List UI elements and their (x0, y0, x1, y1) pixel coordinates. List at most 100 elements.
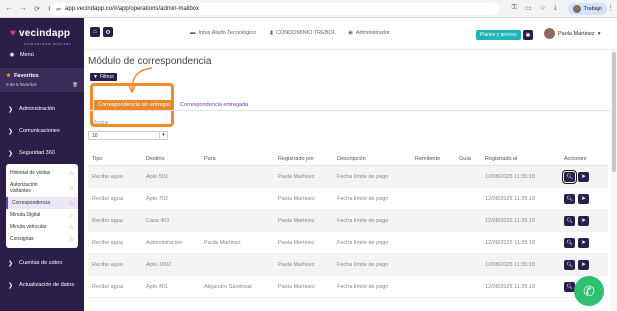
col-tipo[interactable]: Tipo (88, 156, 146, 162)
tab-divider (90, 110, 610, 111)
star-outline-icon[interactable]: ☆ (69, 236, 74, 243)
page-size-select[interactable]: 10 ▾ (88, 131, 168, 140)
key-icon[interactable]: ⚿ (512, 4, 517, 12)
view-button[interactable]: 🔍︎ (562, 169, 577, 184)
user-menu[interactable]: Paola Martinez ▾ (544, 28, 600, 39)
scrollbar-thumb[interactable] (612, 52, 616, 172)
settings-button[interactable]: ⚙ (103, 27, 113, 37)
home-button[interactable]: ⌂ (90, 27, 100, 37)
col-acciones: Acciones (564, 155, 587, 162)
view-button[interactable]: 🔍︎ (564, 259, 575, 270)
filters-label: Filtros (99, 74, 114, 80)
row-actions: 🔍︎➤ (564, 259, 608, 270)
favorites-header[interactable]: ★ Favoritos (0, 70, 84, 82)
role-name: Administrador (355, 30, 390, 36)
page-size-value: 10 (92, 132, 98, 139)
tab-entregada[interactable]: Correspondencia entregada (180, 102, 248, 108)
deliver-button[interactable]: ➤ (578, 193, 589, 204)
condo-context[interactable]: ▮ CONDOMINIO TREBOL (270, 30, 336, 36)
logo-subtitle: COMUNIDAD DIGITAL (24, 42, 72, 46)
table-row: Recibo agua Apto 702 Paola Martinez Fecha l… (88, 188, 608, 210)
cell-descripcion: Fecha límite de pago (337, 239, 389, 246)
view-button[interactable]: 🔍︎ (564, 215, 575, 226)
deliver-button[interactable]: ➤ (578, 171, 589, 182)
chevron-right-icon: ❯ (8, 260, 14, 267)
profile-button[interactable]: Trabajo (567, 3, 607, 15)
site-info-icon[interactable]: ⇌ (56, 6, 61, 13)
star-icon: ★ (6, 73, 11, 79)
building-icon: ▮ (270, 30, 274, 36)
submenu-item-autorizacion[interactable]: Autorización visitantes ☆ (6, 179, 78, 197)
favorites-section: ★ Favoritos 0 de 5 favoritos 🗑 (0, 68, 84, 92)
deliver-button[interactable]: ➤ (578, 259, 589, 270)
main-content: Módulo de correspondencia ▼ Filtros Corr… (84, 50, 617, 311)
row-actions: 🔍︎➤ (564, 193, 608, 204)
deliver-button[interactable]: ➤ (578, 237, 589, 248)
cell-tipo: Recibo agua (92, 195, 123, 202)
submenu-item-correspondencia[interactable]: Correspondencia ☆ (6, 197, 78, 209)
menu-toggle[interactable]: ◉ Menú (0, 48, 84, 62)
table-header: Tipo Destino Para Registrado por Descrip… (88, 152, 608, 166)
star-outline-icon[interactable]: ☆ (69, 200, 74, 207)
cell-registrado-por: Paola Martinez (278, 195, 315, 202)
address-bar[interactable]: ⇌ app.vecindapp.co/#/app/operations/admi… (50, 3, 500, 15)
cell-tipo: Recibo agua (92, 261, 123, 268)
col-registrado-por[interactable]: Registrado por (278, 156, 337, 162)
bookmark-star-icon[interactable]: ☆ (540, 4, 546, 12)
forward-icon[interactable]: → (18, 4, 28, 14)
sidebar-item-cuentas-cobro[interactable]: ❯ Cuentas de cobro (0, 252, 84, 274)
col-para[interactable]: Para (204, 156, 278, 162)
star-outline-icon[interactable]: ☆ (69, 212, 74, 219)
cast-icon[interactable]: ▭ (525, 4, 532, 12)
user-circle-icon: ◉ (348, 30, 353, 36)
trash-icon[interactable]: 🗑 (72, 82, 78, 88)
sidebar-item-actualizacion-datos[interactable]: ❯ Actualización de datos (0, 274, 84, 296)
submenu-item-historial[interactable]: Historial de visitas ☆ (6, 167, 78, 179)
company-name: Intus Alado Tecnológico (198, 30, 257, 36)
sidebar-item-comunicaciones[interactable]: ❯ Comunicaciones (0, 120, 84, 142)
star-outline-icon[interactable]: ☆ (69, 185, 74, 192)
download-icon[interactable]: ⤓ (554, 4, 557, 12)
star-outline-icon[interactable]: ☆ (69, 170, 74, 177)
role-context: ◉ Administrador (348, 30, 390, 36)
logo-mark-icon: ♥ (10, 27, 16, 39)
sidebar-item-label: Cuentas de cobro (19, 260, 63, 266)
row-actions: 🔍︎➤ (564, 237, 608, 248)
filters-button[interactable]: ▼ Filtros (90, 73, 117, 81)
cell-descripcion: Fecha límite de pago (337, 261, 389, 268)
col-guia[interactable]: Guía (459, 156, 485, 162)
row-actions: 🔍︎➤ (562, 169, 608, 184)
chevron-right-icon: ❯ (8, 128, 14, 135)
submenu-label: Correspondencia (12, 200, 51, 206)
correspondence-table: Tipo Destino Para Registrado por Descrip… (88, 152, 608, 298)
browser-menu-icon[interactable]: ⋮ (607, 4, 614, 12)
cell-descripcion: Fecha límite de pago (337, 195, 389, 202)
submenu-item-minuta-vehicular[interactable]: Minuta vehicular ☆ (6, 221, 78, 233)
submenu-item-consignas[interactable]: Consignas ☆ (6, 233, 78, 245)
star-outline-icon[interactable]: ☆ (69, 224, 74, 231)
sidebar-item-administracion[interactable]: ❯ Administración (0, 98, 84, 120)
reload-icon[interactable]: ⟳ (32, 4, 42, 14)
whatsapp-chat-button[interactable]: ✆ (574, 276, 604, 306)
submenu-item-minuta-digital[interactable]: Minuta Digital ☆ (6, 209, 78, 221)
col-registrado-el[interactable]: Registrado el (485, 156, 564, 162)
plans-button[interactable]: Planes y precios (476, 30, 521, 40)
view-button[interactable]: 🔍︎ (564, 193, 575, 204)
table-body: Recibo agua Apto 501 Paola Martinez Fecha l… (88, 166, 608, 298)
cell-destino: Casa 401 (146, 217, 170, 224)
cog-icon: ✱ (525, 32, 531, 39)
view-button[interactable]: 🔍︎ (564, 237, 575, 248)
col-descripcion[interactable]: Descripción (337, 156, 415, 162)
back-icon[interactable]: ← (4, 4, 14, 14)
sidebar: ♥ vecindapp COMUNIDAD DIGITAL ◉ Menú ★ F… (0, 18, 84, 311)
sidebar-item-label: Seguridad 360 (19, 150, 55, 156)
deliver-button[interactable]: ➤ (578, 215, 589, 226)
col-destino[interactable]: Destino (146, 156, 204, 162)
sidebar-item-seguridad-360[interactable]: ❯ Seguridad 360 (0, 142, 84, 164)
tab-sin-entregar[interactable]: Correspondencia sin entregar (94, 100, 175, 110)
col-remitente[interactable]: Remitente (415, 156, 459, 162)
cell-tipo: Recibo agua (92, 283, 123, 290)
table-row: Recibo agua Administración Paola Martinez P… (88, 232, 608, 254)
cell-registrado-el: 12/08/2025 11:35:18 (485, 239, 536, 246)
config-button[interactable]: ✱ (523, 30, 533, 40)
